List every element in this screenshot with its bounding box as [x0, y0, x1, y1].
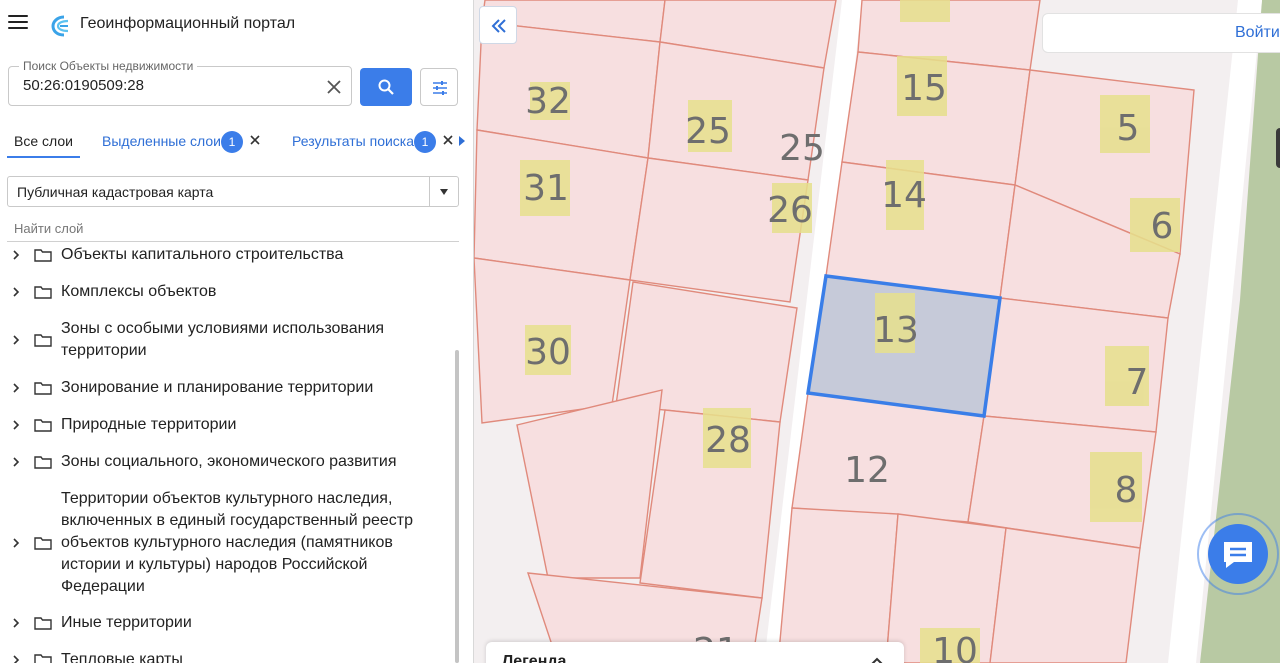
chevron-right-icon	[13, 538, 20, 548]
parcel-number: 15	[901, 68, 947, 109]
sliders-icon	[433, 81, 447, 95]
legend-label: Легенда	[502, 653, 567, 663]
layer-search-field[interactable]	[7, 218, 459, 242]
layer-label: Комплексы объектов	[61, 283, 217, 300]
layer-label: Объекты капитального строительства	[61, 246, 344, 263]
layer-item[interactable]: Территории объектов культурного наследия…	[0, 488, 450, 598]
chevron-right-icon	[13, 618, 20, 628]
parcel-number: 7	[1126, 362, 1149, 403]
menu-icon[interactable]	[8, 15, 28, 33]
filter-button[interactable]	[420, 68, 458, 106]
top-bar: Геоинформационный портал	[0, 0, 473, 52]
parcel-number: 8	[1115, 470, 1138, 511]
chat-icon	[1197, 513, 1279, 595]
search-label: Поиск Объекты недвижимости	[19, 59, 198, 73]
close-icon[interactable]	[247, 132, 263, 148]
layer-label: Иные территории	[61, 614, 192, 631]
layer-tree: Объекты капитального строительства Компл…	[0, 244, 456, 663]
parcel-number: 13	[873, 310, 919, 351]
parcel-number: 28	[705, 420, 751, 461]
chevron-right-icon	[13, 250, 20, 260]
chevron-right-icon	[13, 655, 20, 663]
chat-button[interactable]	[1196, 512, 1280, 596]
close-icon[interactable]	[440, 132, 456, 148]
folder-icon	[34, 249, 52, 262]
layer-label: Природные территории	[61, 416, 237, 433]
tabs-scroll-right-icon[interactable]	[459, 136, 465, 146]
parcel-number: 26	[767, 190, 813, 231]
layer-item[interactable]: Зоны с особыми условиями использования т…	[0, 318, 450, 362]
portal-logo-icon	[51, 15, 69, 37]
collapse-panel-button[interactable]	[479, 6, 517, 44]
login-label: Войти	[1235, 24, 1280, 41]
parcel-number: 32	[525, 81, 571, 122]
search-button[interactable]	[360, 68, 412, 106]
search-input[interactable]	[23, 77, 313, 94]
layer-tabs: Все слои Выделенные слои 1 Результаты по…	[0, 124, 473, 160]
tab-label: Результаты поиска	[292, 133, 415, 149]
map-side-control[interactable]	[1276, 128, 1280, 168]
tab-all-layers[interactable]: Все слои	[7, 124, 80, 158]
select-divider	[429, 177, 430, 206]
parcel-number: 12	[844, 450, 890, 491]
folder-icon	[34, 456, 52, 469]
parcel-number: 14	[881, 175, 927, 216]
tab-label: Все слои	[14, 133, 73, 149]
layer-label: Зоны социального, экономического развити…	[61, 453, 397, 470]
parcel[interactable]	[989, 527, 1141, 663]
chevron-right-icon	[13, 287, 20, 297]
count-badge: 1	[414, 131, 436, 153]
layer-item[interactable]: Тепловые карты	[0, 649, 450, 663]
chevron-right-icon	[13, 383, 20, 393]
layer-item[interactable]: Объекты капитального строительства	[0, 244, 450, 266]
parcel-number: 5	[1117, 108, 1140, 149]
layer-item[interactable]: Зоны социального, экономического развити…	[0, 451, 450, 473]
folder-icon	[34, 334, 52, 347]
app-title: Геоинформационный портал	[80, 15, 296, 32]
layer-item[interactable]: Иные территории	[0, 612, 450, 634]
folder-icon	[34, 617, 52, 630]
double-chevron-left-icon	[491, 19, 506, 33]
layer-item[interactable]: Комплексы объектов	[0, 281, 450, 303]
basemap-select-value: Публичная кадастровая карта	[17, 184, 214, 200]
layer-label: Территории объектов культурного наследия…	[61, 490, 414, 595]
count-badge: 1	[221, 131, 243, 153]
cadastral-map[interactable]: 32 25 25 15 5 31 26 14 6 13 30 7 28 12 8…	[474, 0, 1280, 663]
parcel-number: 30	[525, 332, 571, 373]
layer-label: Зоны с особыми условиями использования т…	[61, 320, 385, 359]
search-field[interactable]: Поиск Объекты недвижимости	[8, 59, 352, 106]
caret-down-icon	[440, 189, 448, 195]
layer-item[interactable]: Зонирование и планирование территории	[0, 377, 450, 399]
sidebar: Геоинформационный портал Поиск Объекты н…	[0, 0, 474, 663]
parcel-number: 6	[1151, 206, 1174, 247]
legend-panel[interactable]: Легенда	[486, 642, 904, 663]
tab-label: Выделенные слои	[102, 133, 221, 149]
parcel-number: 31	[523, 168, 569, 209]
map-canvas[interactable]: 32 25 25 15 5 31 26 14 6 13 30 7 28 12 8…	[474, 0, 1280, 663]
basemap-select[interactable]: Публичная кадастровая карта	[7, 176, 459, 207]
login-button[interactable]: Войти	[1042, 13, 1280, 53]
parcel-number: 25	[779, 128, 825, 169]
parcel[interactable]	[777, 507, 899, 663]
folder-icon	[34, 537, 52, 550]
folder-icon	[34, 382, 52, 395]
chevron-up-icon	[871, 657, 883, 663]
chevron-right-icon	[13, 457, 20, 467]
chevron-right-icon	[13, 335, 20, 345]
folder-icon	[34, 654, 52, 663]
layer-label: Зонирование и планирование территории	[61, 379, 374, 396]
layer-label: Тепловые карты	[61, 651, 183, 663]
search-icon	[378, 79, 394, 95]
layer-search-input[interactable]	[14, 221, 454, 236]
chevron-right-icon	[13, 420, 20, 430]
parcel-number: 25	[685, 111, 731, 152]
folder-icon	[34, 419, 52, 432]
tab-selected-layers[interactable]: Выделенные слои	[102, 124, 221, 158]
layer-tree-scrollbar[interactable]	[455, 350, 459, 663]
tab-search-results[interactable]: Результаты поиска	[292, 124, 414, 158]
layer-item[interactable]: Природные территории	[0, 414, 450, 436]
parcel-number: 10	[932, 631, 978, 663]
folder-icon	[34, 286, 52, 299]
close-icon[interactable]	[323, 76, 345, 98]
